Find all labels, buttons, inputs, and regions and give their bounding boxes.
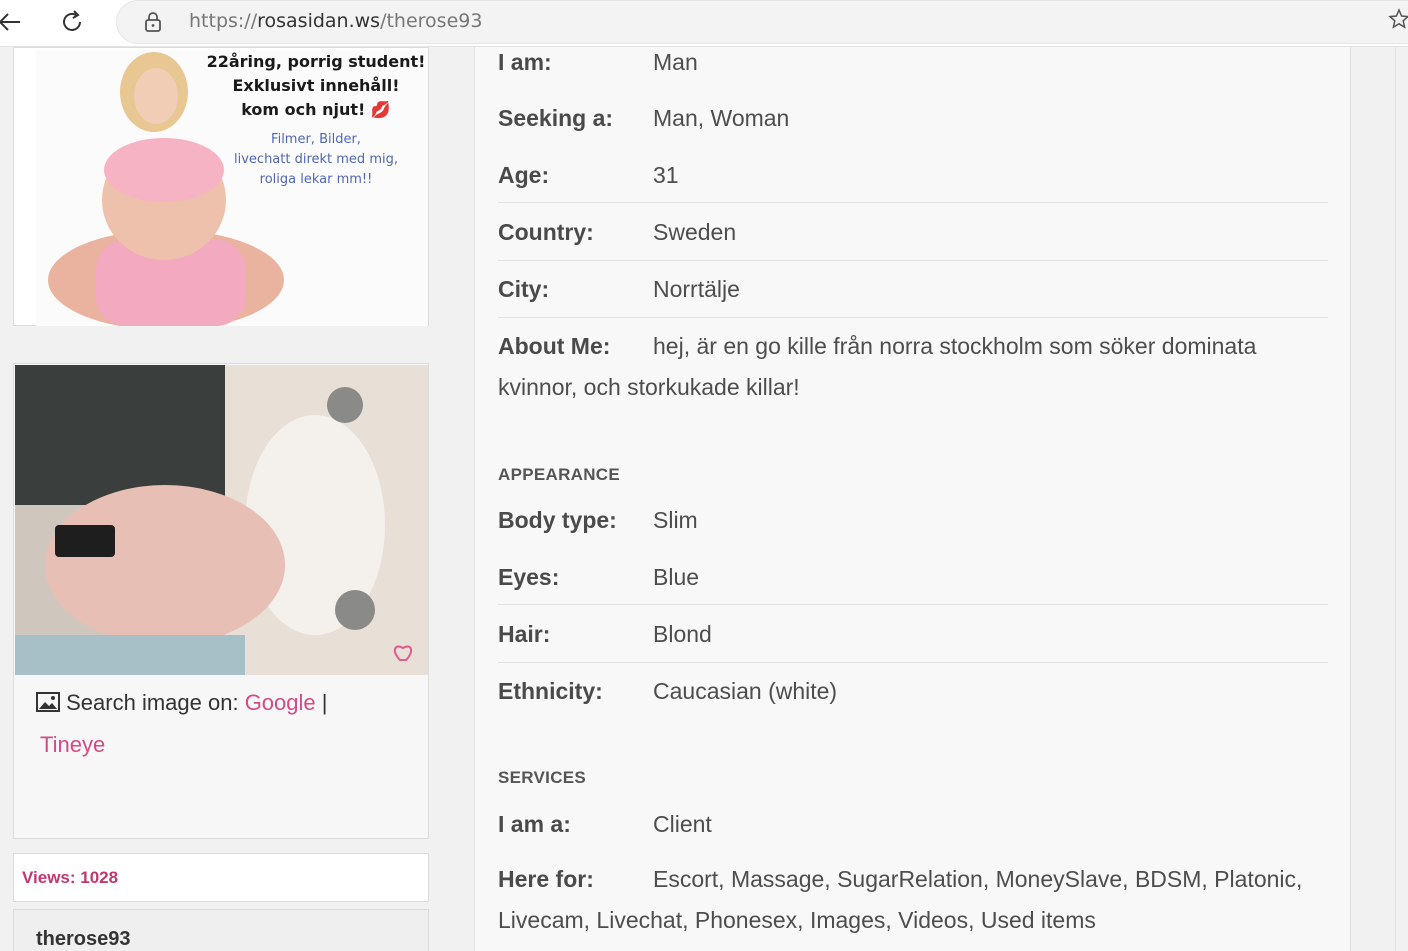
lock-icon[interactable] bbox=[143, 11, 163, 33]
i-am-a-value: Client bbox=[653, 811, 712, 837]
link-separator: | bbox=[321, 690, 328, 715]
ad-subline: Filmer, Bilder, livechatt direkt med mig… bbox=[196, 130, 436, 190]
hair-label: Hair: bbox=[498, 621, 551, 647]
here-for-label: Here for: bbox=[498, 866, 594, 892]
appearance-heading: APPEARANCE bbox=[498, 465, 621, 484]
favorite-star-icon[interactable] bbox=[1388, 8, 1408, 30]
back-button[interactable] bbox=[0, 4, 28, 40]
divider bbox=[498, 317, 1328, 318]
country-value: Sweden bbox=[653, 219, 737, 245]
divider bbox=[498, 662, 1328, 663]
image-search-line: Search image on: Google | Tineye bbox=[36, 682, 416, 766]
views-card: Views: 1028 bbox=[13, 853, 429, 902]
city-value: Norrtälje bbox=[653, 276, 740, 302]
ad-headline-line: 22åring, porrig student! bbox=[206, 52, 426, 71]
username: therose93 bbox=[36, 928, 131, 950]
i-am-a-label: I am a: bbox=[498, 811, 571, 837]
photo-placeholder bbox=[15, 365, 428, 675]
google-search-link[interactable]: Google bbox=[245, 690, 316, 715]
reload-button[interactable] bbox=[54, 4, 90, 40]
browser-toolbar: https://rosasidan.ws/therose93 bbox=[0, 0, 1408, 47]
divider bbox=[498, 604, 1328, 605]
url-path: /therose93 bbox=[380, 10, 483, 32]
about-me-label: About Me: bbox=[498, 333, 611, 359]
ad-subline-line: livechatt direkt med mig, bbox=[234, 152, 398, 167]
ethnicity-label: Ethnicity: bbox=[498, 678, 603, 704]
age-label: Age: bbox=[498, 162, 550, 188]
hair-value: Blond bbox=[653, 621, 712, 647]
body-type-value: Slim bbox=[653, 507, 698, 533]
ad-headline: 22åring, porrig student! Exklusivt inneh… bbox=[196, 50, 436, 122]
profile-details: I am: Man Seeking a: Man, Woman Age: 31 … bbox=[474, 47, 1351, 951]
seeking-value: Man, Woman bbox=[653, 105, 790, 131]
eyes-label: Eyes: bbox=[498, 564, 560, 590]
seeking-label: Seeking a: bbox=[498, 105, 614, 131]
body-type-label: Body type: bbox=[498, 507, 617, 533]
address-bar[interactable]: https://rosasidan.ws/therose93 bbox=[116, 0, 1408, 44]
eyes-value: Blue bbox=[653, 564, 700, 590]
image-icon bbox=[36, 692, 60, 712]
country-label: Country: bbox=[498, 219, 594, 245]
right-sidebar-edge bbox=[1395, 47, 1408, 951]
ad-subline-line: Filmer, Bilder, bbox=[271, 132, 361, 147]
here-for-row: Here for: Escort, Massage, SugarRelation,… bbox=[498, 859, 1318, 941]
back-arrow-icon bbox=[0, 13, 20, 31]
city-label: City: bbox=[498, 276, 550, 302]
profile-photo-card: Search image on: Google | Tineye bbox=[13, 363, 429, 839]
url-scheme: https:// bbox=[189, 10, 258, 32]
i-am-label: I am: bbox=[498, 49, 552, 75]
divider bbox=[498, 260, 1328, 261]
tineye-search-link[interactable]: Tineye bbox=[40, 732, 105, 757]
i-am-value: Man bbox=[653, 49, 698, 75]
profile-photo[interactable] bbox=[15, 365, 428, 675]
reload-icon bbox=[63, 10, 81, 31]
about-me-row: About Me: hej, är en go kille från norra … bbox=[498, 326, 1318, 408]
ad-headline-line: kom och njut! 💋 bbox=[241, 100, 391, 119]
divider bbox=[498, 202, 1328, 203]
views-count: Views: 1028 bbox=[22, 868, 119, 887]
ad-text-block: 22åring, porrig student! Exklusivt inneh… bbox=[196, 50, 436, 190]
ethnicity-value: Caucasian (white) bbox=[653, 678, 838, 704]
age-value: 31 bbox=[653, 162, 679, 188]
ad-headline-line: Exklusivt innehåll! bbox=[232, 76, 400, 95]
ad-banner[interactable]: 22åring, porrig student! Exklusivt inneh… bbox=[13, 47, 429, 326]
url-text[interactable]: https://rosasidan.ws/therose93 bbox=[189, 10, 482, 32]
services-heading: SERVICES bbox=[498, 768, 587, 787]
ad-subline-line: roliga lekar mm!! bbox=[259, 172, 373, 187]
ad-image: 22åring, porrig student! Exklusivt inneh… bbox=[36, 50, 428, 326]
url-host: rosasidan.ws bbox=[257, 10, 381, 32]
search-image-label: Search image on: bbox=[66, 690, 239, 715]
username-card: therose93 bbox=[13, 909, 429, 951]
